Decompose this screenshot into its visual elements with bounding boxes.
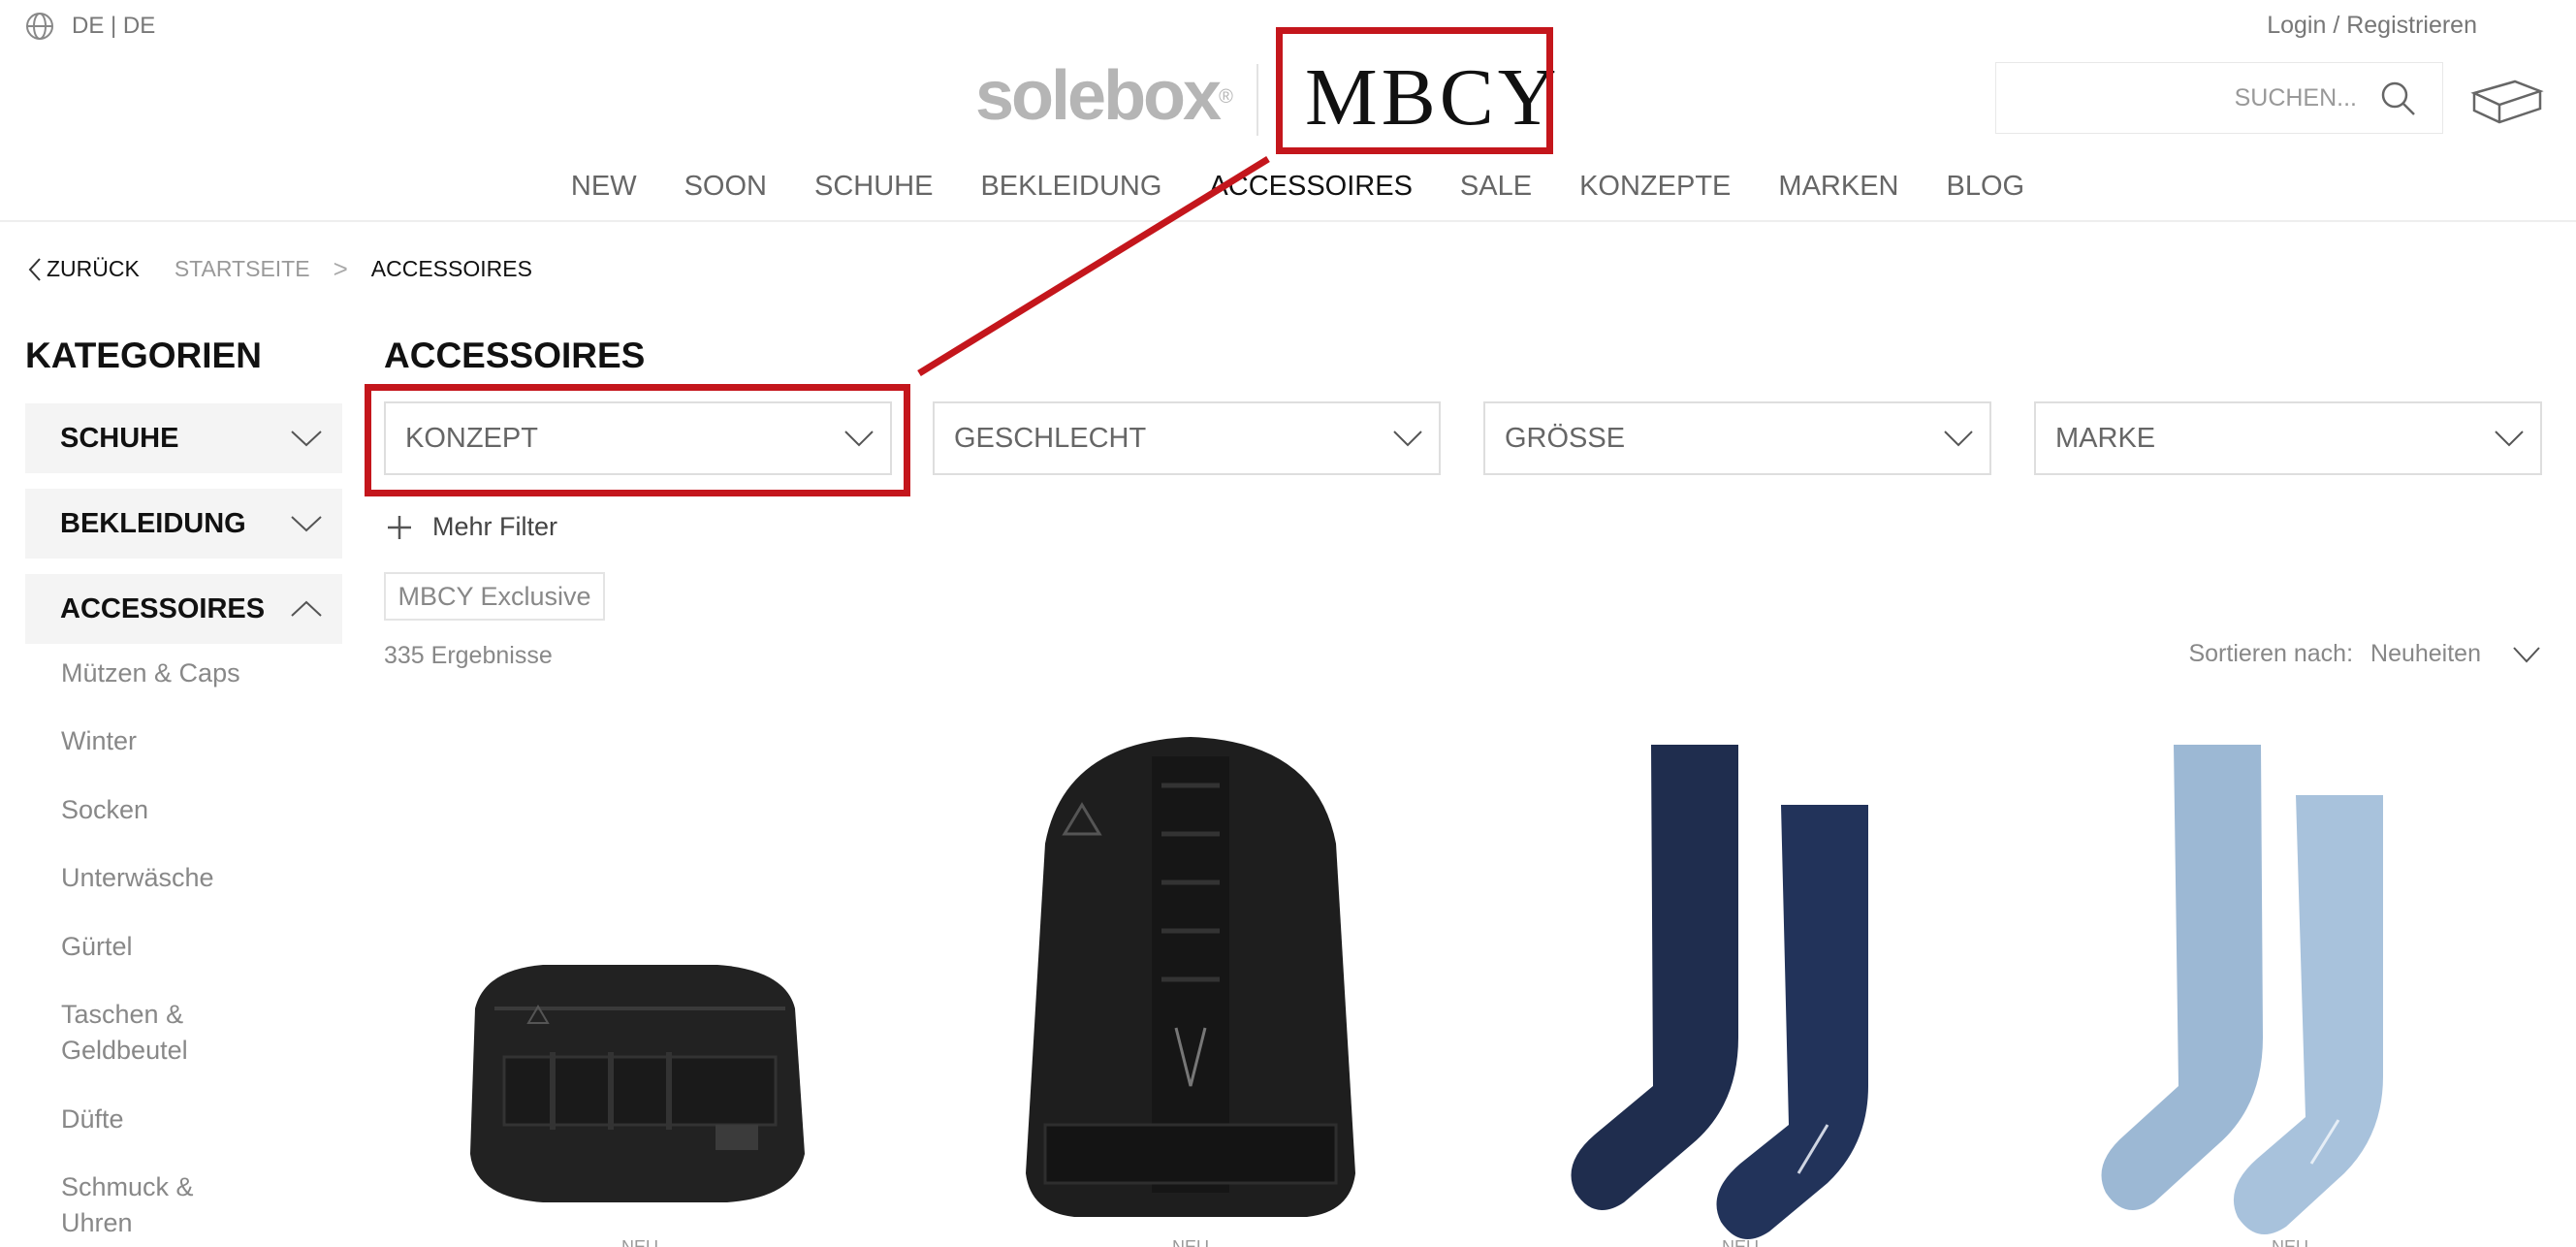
subcategory-duefte[interactable]: Düfte <box>61 1102 124 1137</box>
chevron-down-icon <box>2513 646 2540 662</box>
nav-item-accessoires[interactable]: ACCESSOIRES <box>1209 171 1413 203</box>
nav-item-new[interactable]: NEW <box>571 171 637 203</box>
categories-title: KATEGORIEN <box>25 336 262 375</box>
solebox-logo[interactable]: solebox® <box>975 56 1233 136</box>
solebox-logo-text: solebox <box>975 57 1222 135</box>
filter-groesse[interactable]: GRÖSSE <box>1483 401 1991 475</box>
nav-item-blog[interactable]: BLOG <box>1946 171 2024 203</box>
annotation-box-filter <box>365 384 910 496</box>
category-label: SCHUHE <box>60 422 179 454</box>
nav-divider <box>0 220 2576 222</box>
chevron-down-icon <box>1393 431 1422 447</box>
product-badge: NEU <box>1171 1237 1209 1247</box>
nav-item-schuhe[interactable]: SCHUHE <box>814 171 933 203</box>
filter-label: GESCHLECHT <box>954 422 1147 454</box>
search-icon[interactable] <box>2378 79 2417 117</box>
breadcrumb-separator: > <box>333 254 348 283</box>
annotation-box-logo <box>1276 27 1553 154</box>
breadcrumb: ZURÜCK STARTSEITE > ACCESSOIRES <box>27 254 532 284</box>
product-image <box>2101 745 2383 1234</box>
breadcrumb-home[interactable]: STARTSEITE <box>175 256 310 282</box>
subcategory-schmuck[interactable]: Schmuck & <box>61 1169 194 1205</box>
filter-label: MARKE <box>2055 422 2156 454</box>
search-placeholder: SUCHEN... <box>2234 83 2357 112</box>
page-title: ACCESSOIRES <box>384 336 646 375</box>
nav-item-sale[interactable]: SALE <box>1460 171 1532 203</box>
product-navy-socks[interactable] <box>1508 718 1973 1247</box>
category-label: ACCESSOIRES <box>60 592 266 624</box>
subcategory-uhren[interactable]: Uhren <box>61 1205 133 1241</box>
chevron-left-icon <box>28 257 41 281</box>
more-filters-label: Mehr Filter <box>432 512 558 541</box>
language-label: DE | DE <box>72 13 156 39</box>
chevron-up-icon <box>291 600 322 617</box>
nav-item-marken[interactable]: MARKEN <box>1778 171 1898 203</box>
logo-divider <box>1256 64 1258 136</box>
globe-icon <box>26 13 53 40</box>
subcategory-socken[interactable]: Socken <box>61 792 148 828</box>
back-link[interactable]: ZURÜCK <box>27 256 140 282</box>
product-image <box>1571 745 1868 1239</box>
language-selector[interactable]: DE | DE <box>25 12 155 41</box>
category-accessoires[interactable]: ACCESSOIRES <box>25 574 342 644</box>
results-count: 335 Ergebnisse <box>384 642 553 669</box>
nav-item-konzepte[interactable]: KONZEPTE <box>1579 171 1731 203</box>
login-link[interactable]: Login / Registrieren <box>2267 12 2477 40</box>
active-filter-tag[interactable]: MBCY Exclusive <box>384 572 605 621</box>
filter-label: GRÖSSE <box>1505 422 1626 454</box>
subcategory-unterwaesche[interactable]: Unterwäsche <box>61 860 214 896</box>
product-image <box>1026 737 1355 1217</box>
product-hip-bag[interactable] <box>407 718 873 1247</box>
sort-label: Sortieren nach: <box>2188 640 2354 667</box>
product-image <box>470 965 805 1202</box>
filter-marke[interactable]: MARKE <box>2034 401 2542 475</box>
chevron-down-icon <box>1944 431 1973 447</box>
filter-geschlecht[interactable]: GESCHLECHT <box>933 401 1441 475</box>
product-badge: NEU <box>620 1237 658 1247</box>
box-icon[interactable] <box>2470 76 2544 126</box>
chevron-down-icon <box>291 516 322 532</box>
plus-icon <box>388 515 411 539</box>
search-input[interactable]: SUCHEN... <box>1995 62 2443 134</box>
breadcrumb-current: ACCESSOIRES <box>370 256 532 281</box>
nav-item-soon[interactable]: SOON <box>684 171 767 203</box>
more-filters-button[interactable]: Mehr Filter <box>386 512 557 542</box>
back-label: ZURÜCK <box>47 256 140 281</box>
product-badge: NEU <box>1721 1237 1759 1247</box>
subcategory-muetzen-caps[interactable]: Mützen & Caps <box>61 655 240 691</box>
main-nav: NEW SOON SCHUHE BEKLEIDUNG ACCESSOIRES S… <box>0 171 2576 203</box>
subcategory-geldbeutel[interactable]: Geldbeutel <box>61 1033 188 1069</box>
category-bekleidung[interactable]: BEKLEIDUNG <box>25 489 342 559</box>
category-schuhe[interactable]: SCHUHE <box>25 403 342 473</box>
category-label: BEKLEIDUNG <box>60 507 246 539</box>
sort-value: Neuheiten <box>2370 640 2481 667</box>
sort-dropdown[interactable]: Sortieren nach: Neuheiten <box>2188 640 2541 668</box>
product-backpack[interactable] <box>958 718 1423 1247</box>
subcategory-winter[interactable]: Winter <box>61 723 137 759</box>
chevron-down-icon <box>2495 431 2524 447</box>
chevron-down-icon <box>291 431 322 447</box>
subcategory-taschen[interactable]: Taschen & <box>61 997 183 1033</box>
nav-item-bekleidung[interactable]: BEKLEIDUNG <box>980 171 1161 203</box>
subcategory-guertel[interactable]: Gürtel <box>61 929 133 965</box>
registered-mark: ® <box>1219 86 1233 108</box>
product-light-blue-socks[interactable] <box>2057 718 2523 1247</box>
product-badge: NEU <box>2271 1237 2308 1247</box>
